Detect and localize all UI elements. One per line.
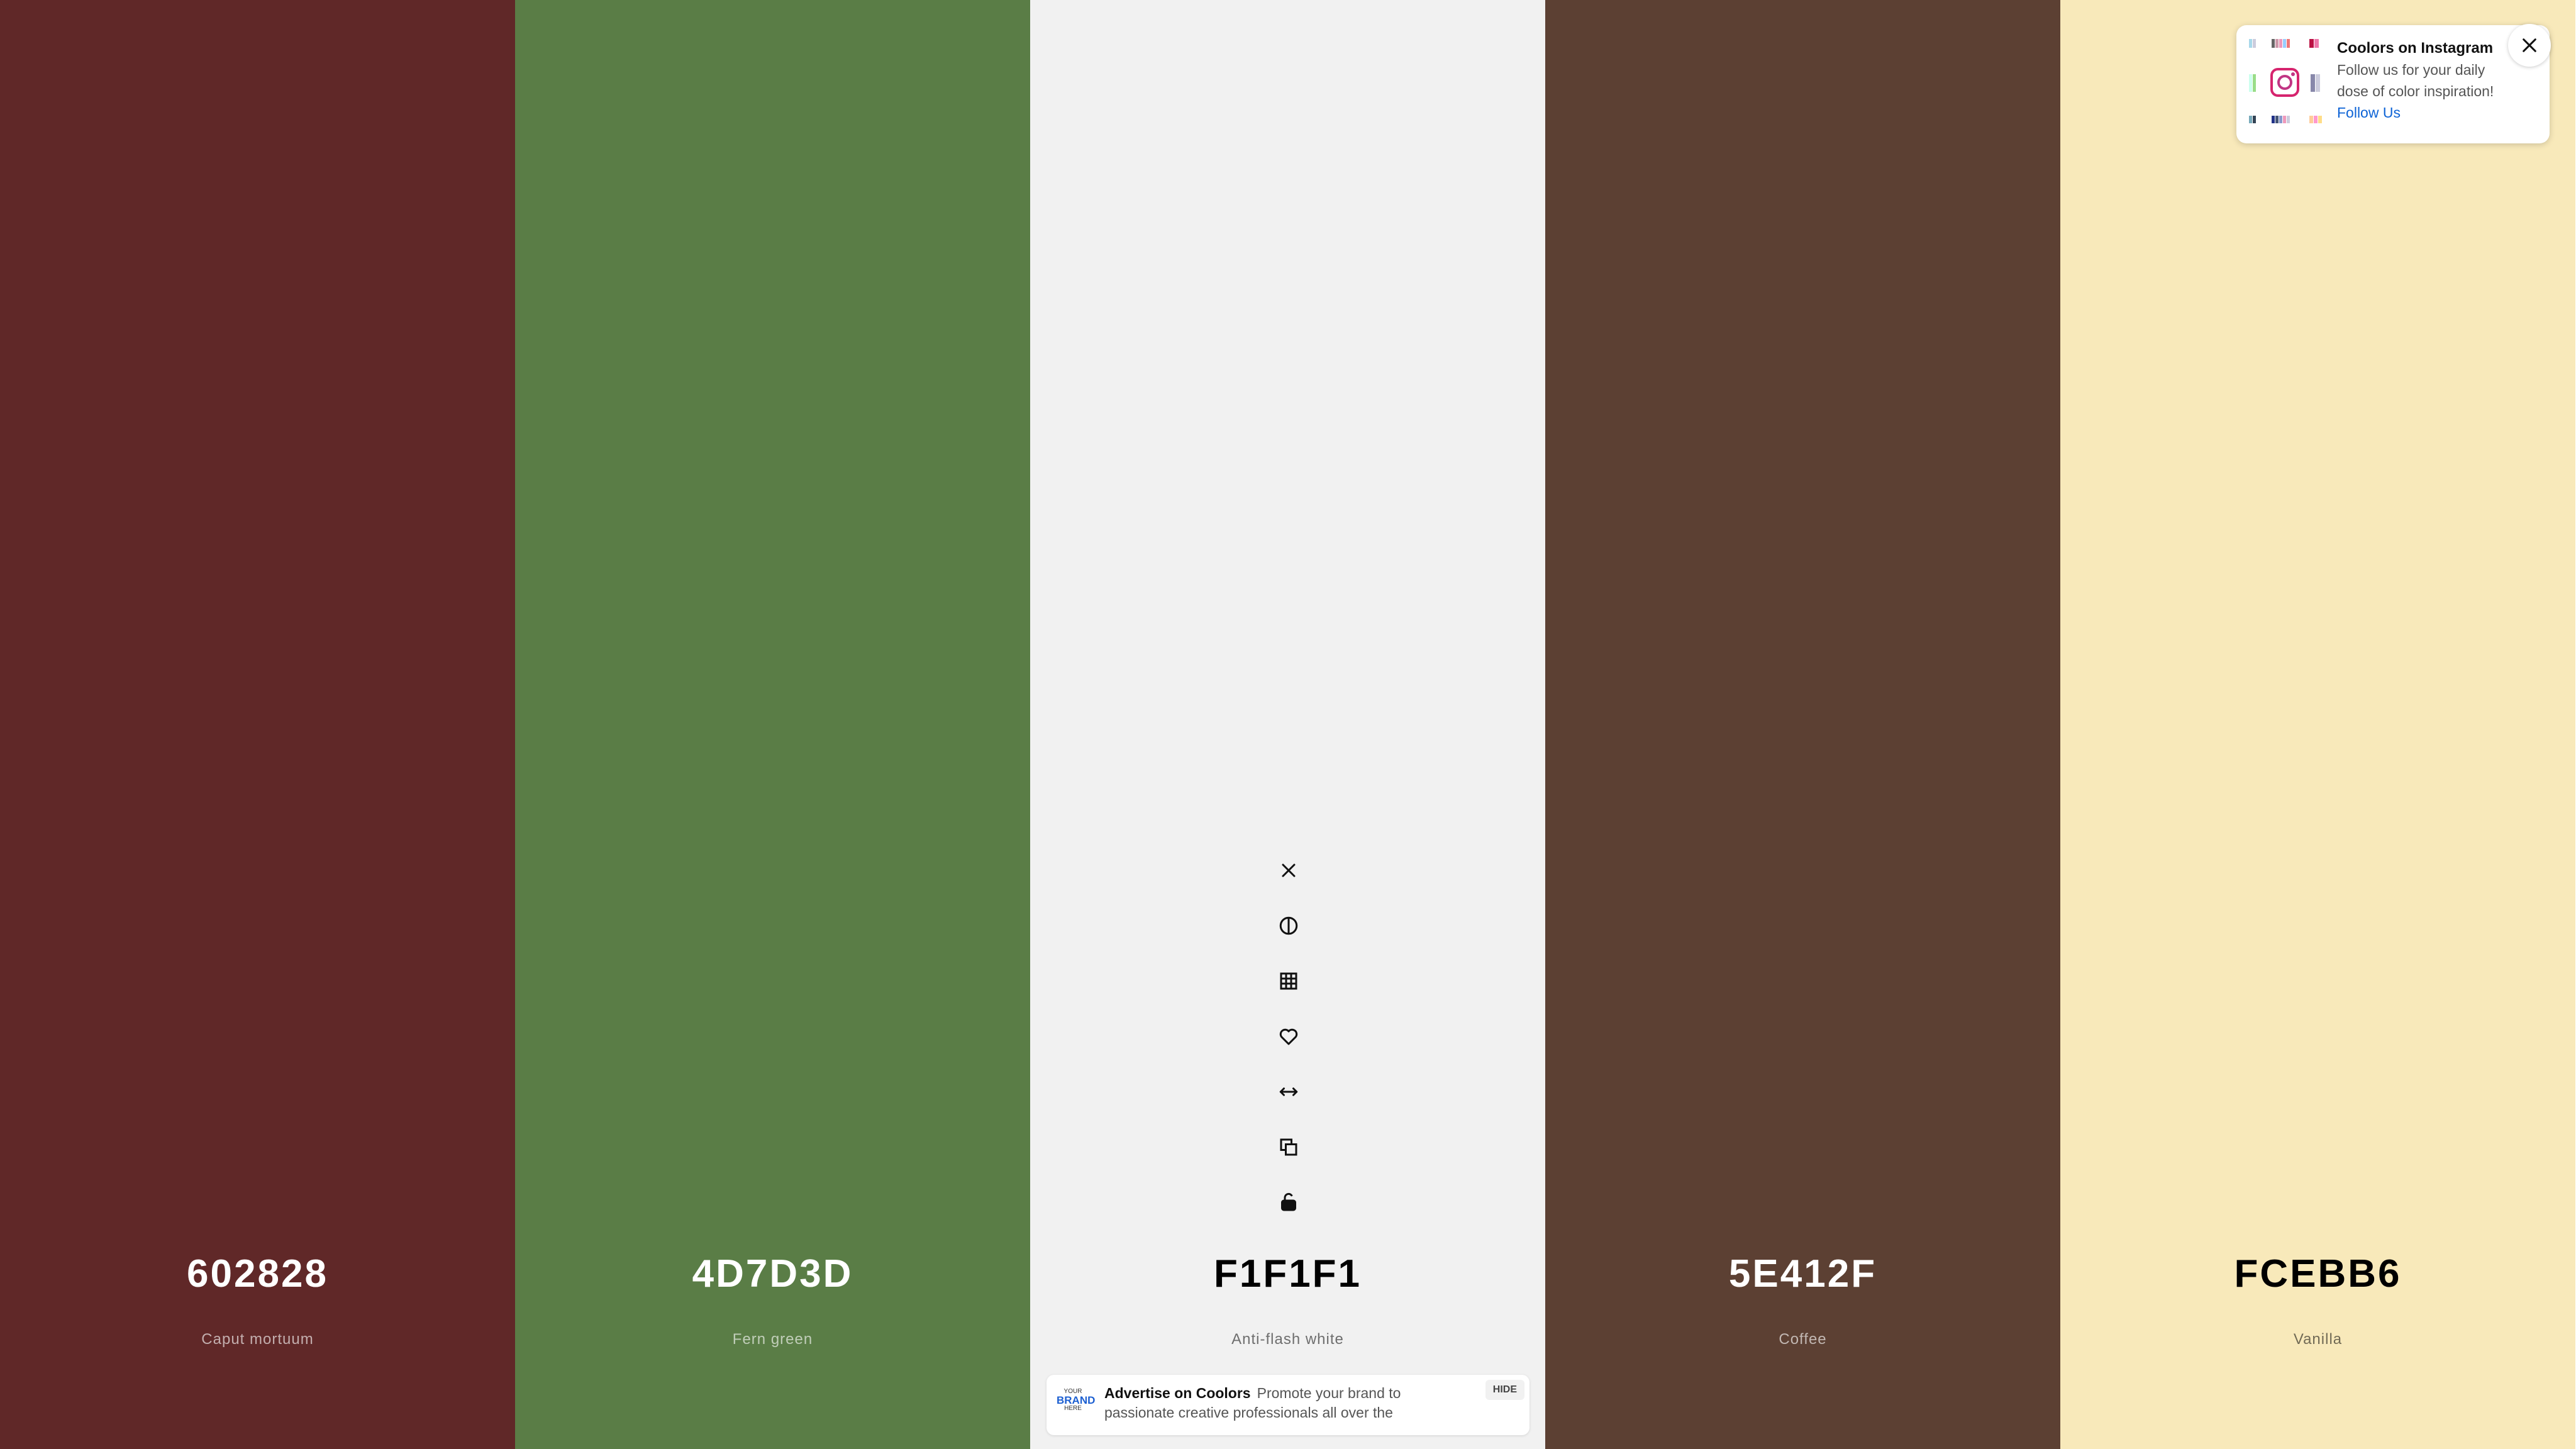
color-name: Coffee (1779, 1331, 1827, 1348)
color-hex[interactable]: 602828 (0, 1252, 515, 1296)
ad-banner: YOUR BRAND HERE Advertise on Coolors Prom… (1046, 1375, 1530, 1435)
hide-ad-button[interactable]: HIDE (1485, 1380, 1524, 1400)
close-popup-button[interactable] (2508, 24, 2551, 67)
color-column-1[interactable]: 602828 Caput mortuum (0, 0, 515, 1449)
close-icon (2523, 38, 2536, 52)
save-color-button[interactable] (1261, 1009, 1316, 1064)
unlock-icon (1281, 1192, 1296, 1211)
color-column-3[interactable]: F1F1F1 Anti-flash white (1030, 0, 1545, 1449)
brand-logo-line: BRAND (1057, 1394, 1096, 1406)
color-name: Vanilla (2293, 1331, 2343, 1348)
color-column-4[interactable]: 5E412F Coffee (1545, 0, 2060, 1449)
close-icon (1282, 863, 1296, 877)
copy-hex-button[interactable] (1261, 1119, 1316, 1175)
color-column-5[interactable]: FCEBB6 Vanilla (2060, 0, 2575, 1449)
color-column-2[interactable]: 4D7D3D Fern green (515, 0, 1030, 1449)
heart-icon (1279, 1028, 1298, 1045)
color-name: Fern green (732, 1331, 813, 1348)
instagram-popup: Coolors on Instagram Follow us for your … (2236, 25, 2550, 143)
palette: 602828 Caput mortuum 4D7D3D Fern green F… (0, 0, 2576, 1449)
arrows-horizontal-icon (1279, 1087, 1298, 1096)
lock-button[interactable] (1261, 1175, 1316, 1230)
instagram-popup-description: Follow us for your daily dose of color i… (2337, 62, 2494, 99)
contrast-icon (1279, 916, 1298, 935)
brand-logo: YOUR BRAND HERE (1057, 1389, 1096, 1421)
color-name: Caput mortuum (201, 1331, 314, 1348)
color-hex[interactable]: FCEBB6 (2060, 1252, 2575, 1296)
color-hex[interactable]: F1F1F1 (1030, 1252, 1545, 1296)
color-hex[interactable]: 5E412F (1545, 1252, 2060, 1296)
view-shades-button[interactable] (1261, 953, 1316, 1009)
shades-button[interactable] (1261, 898, 1316, 953)
instagram-popup-title: Coolors on Instagram (2337, 40, 2494, 57)
follow-us-link[interactable]: Follow Us (2337, 102, 2519, 123)
brand-logo-line: HERE (1064, 1405, 1082, 1412)
remove-color-button[interactable] (1261, 843, 1316, 898)
instagram-preview-image (2249, 39, 2322, 123)
color-name: Anti-flash white (1231, 1331, 1344, 1348)
color-hex[interactable]: 4D7D3D (515, 1252, 1030, 1296)
ad-title[interactable]: Advertise on Coolors (1104, 1385, 1251, 1401)
drag-button[interactable] (1261, 1064, 1316, 1119)
ad-text[interactable]: Advertise on Coolors Promote your brand t… (1104, 1384, 1457, 1423)
color-tools (1261, 843, 1316, 1230)
grid-icon (1280, 972, 1297, 990)
copy-icon (1280, 1138, 1297, 1156)
